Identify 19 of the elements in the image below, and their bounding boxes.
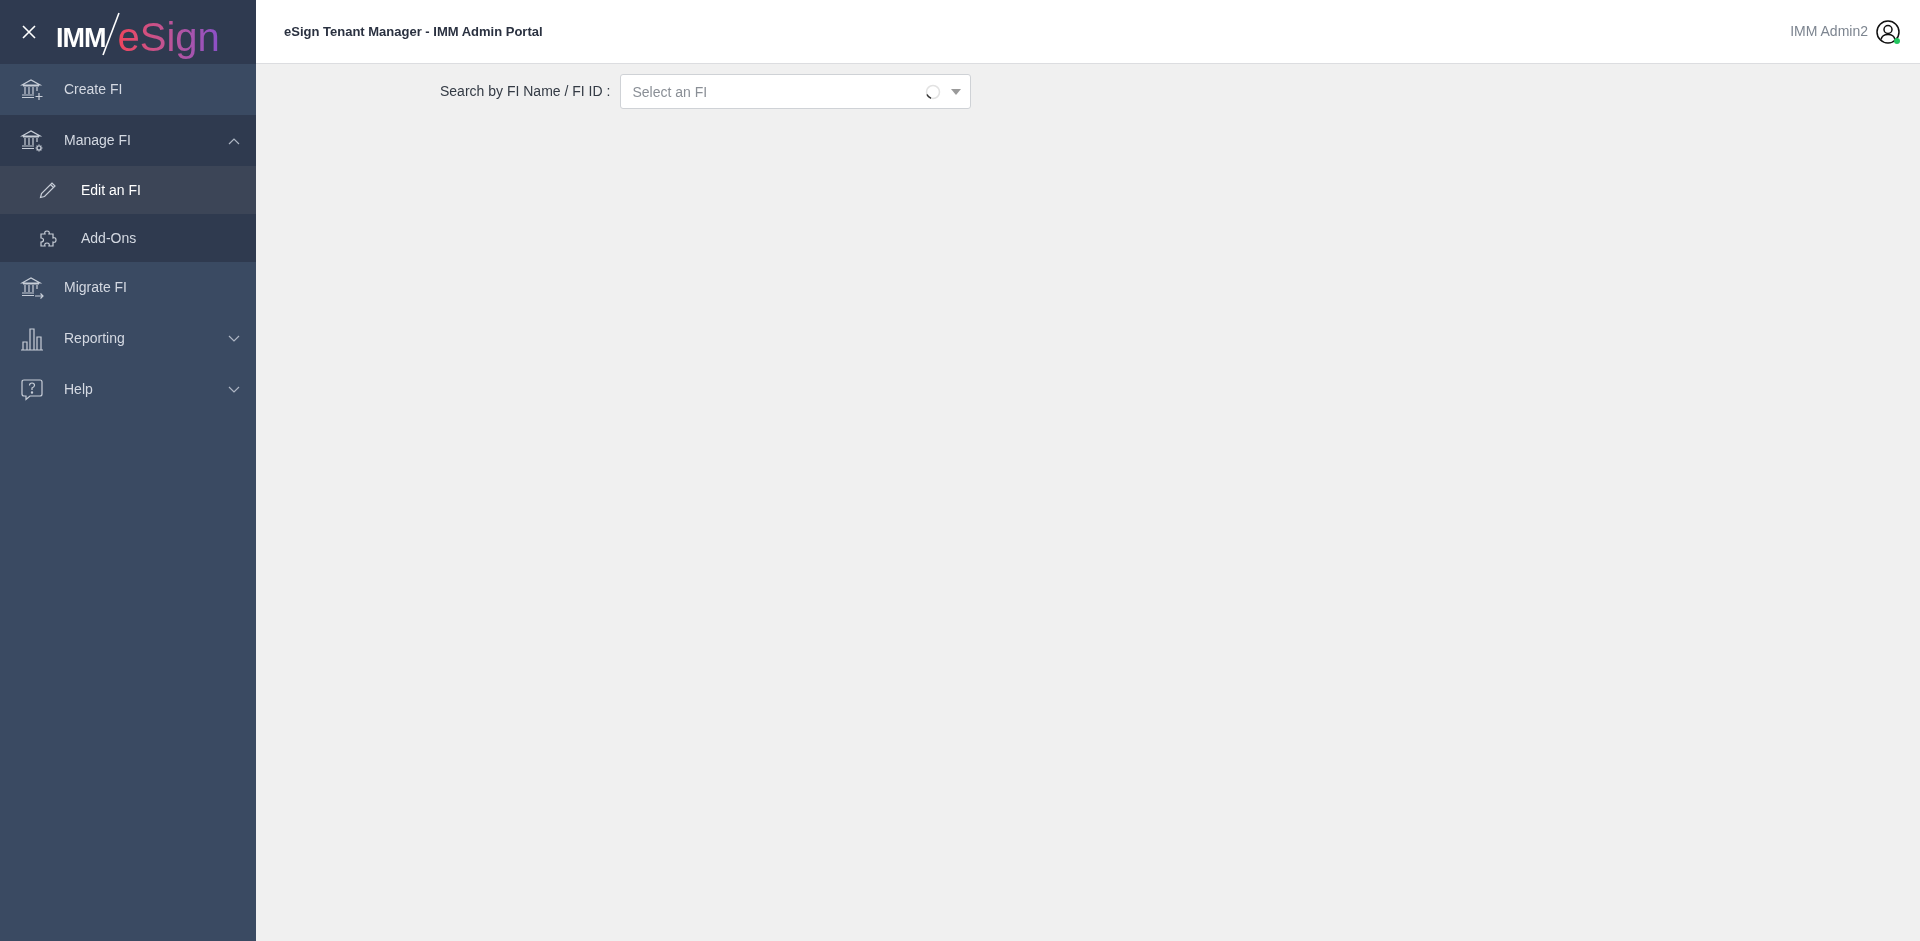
- bank-gear-icon: [20, 128, 44, 153]
- sidebar-item[interactable]: Manage FI: [0, 115, 256, 166]
- close-icon: [22, 25, 36, 39]
- sidebar-subitem[interactable]: Edit an FI: [0, 166, 256, 214]
- help-icon: [20, 377, 44, 402]
- close-button[interactable]: [20, 23, 38, 41]
- pencil-icon: [39, 181, 57, 199]
- dropdown-caret-icon: [951, 89, 962, 95]
- fi-select-field[interactable]: Select an FI: [620, 74, 972, 109]
- page-title: eSign Tenant Manager - IMM Admin Portal: [284, 22, 544, 41]
- sidebar-subitem[interactable]: Add-Ons: [0, 214, 256, 262]
- search-label: Search by FI Name / FI ID :: [440, 82, 611, 101]
- bank-arrow-icon: [20, 275, 44, 300]
- bar-chart-icon: [20, 326, 44, 351]
- puzzle-icon: [39, 229, 57, 247]
- bank-plus-icon: [20, 77, 44, 102]
- logo-text: IMM: [56, 23, 106, 53]
- user-avatar-icon[interactable]: [1876, 19, 1900, 44]
- user-name[interactable]: IMM Admin2: [1790, 21, 1868, 42]
